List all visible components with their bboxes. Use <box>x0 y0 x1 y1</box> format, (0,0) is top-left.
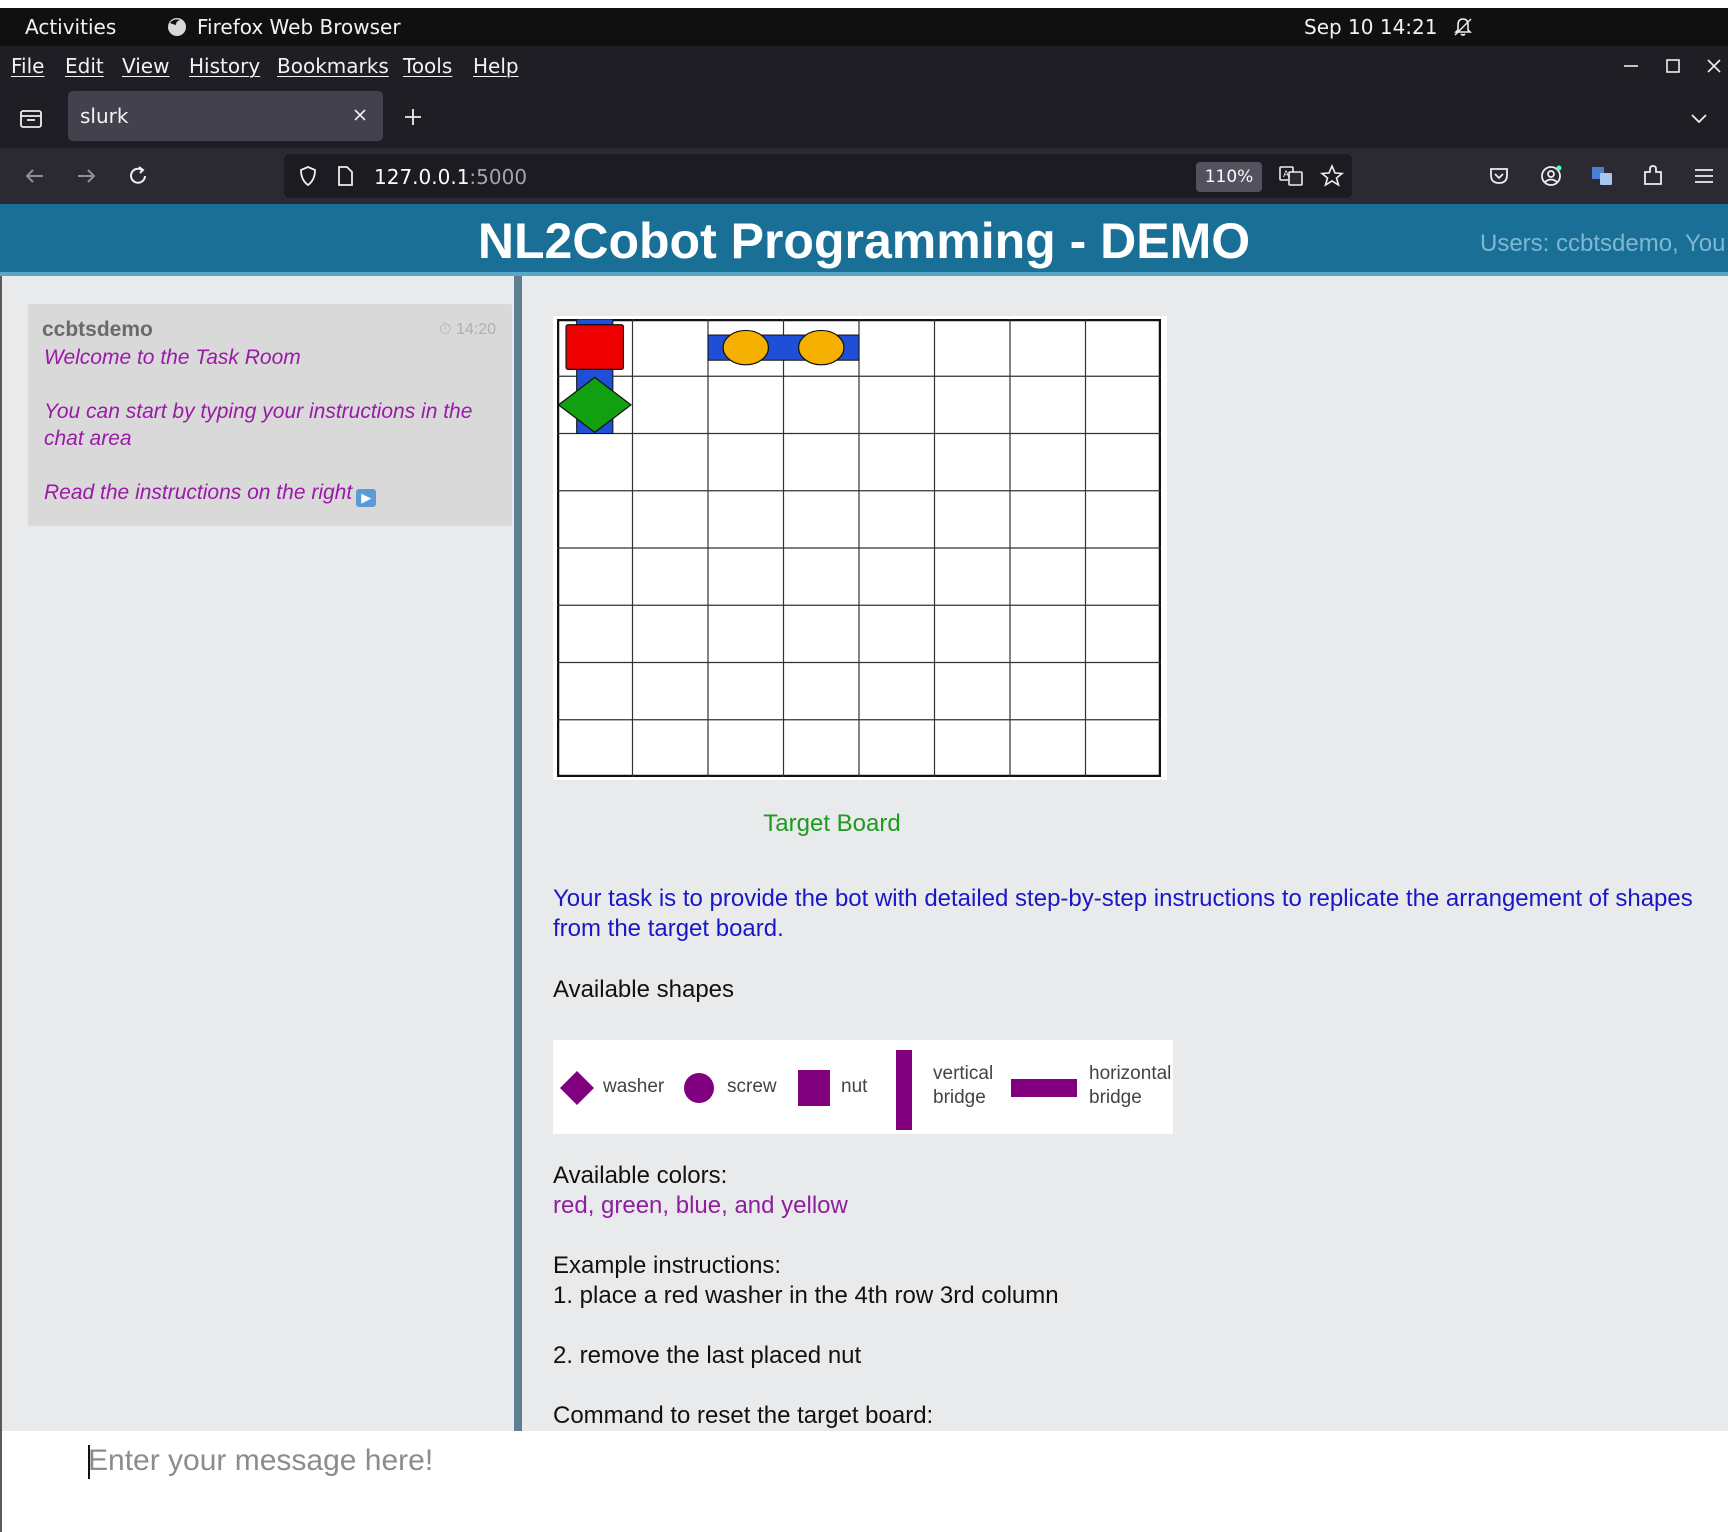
board-piece-yellow-screw <box>722 329 770 366</box>
chat-message-input[interactable] <box>88 1439 1588 1483</box>
chat-message: ccbtsdemo ⏱ 14:20 Welcome to the Task Ro… <box>28 304 512 526</box>
target-board-container <box>553 316 1167 780</box>
users-list: Users: ccbtsdemo, You <box>1480 230 1726 257</box>
menu-help[interactable]: Help <box>473 54 519 78</box>
menu-tools[interactable]: Tools <box>403 54 452 78</box>
right-arrow-icon: ▶ <box>356 489 377 507</box>
legend-washer-label: washer <box>603 1076 665 1097</box>
screen: Activities Firefox Web Browser Sep 10 14… <box>0 0 1728 1532</box>
translate-extension-icon[interactable] <box>1588 162 1616 190</box>
board-piece-yellow-screw <box>798 329 845 366</box>
url-port: :5000 <box>469 165 528 189</box>
washer-shape-icon <box>560 1071 594 1105</box>
pocket-icon[interactable] <box>1485 162 1513 190</box>
new-tab-icon[interactable] <box>401 105 425 129</box>
available-shapes-title: Available shapes <box>553 976 735 1003</box>
message-author: ccbtsdemo <box>42 318 153 341</box>
hamburger-menu-icon[interactable] <box>1690 162 1718 190</box>
maximize-icon[interactable] <box>1661 54 1685 78</box>
translate-icon[interactable]: A <box>1278 164 1304 188</box>
tab-bar: slurk <box>0 86 1728 148</box>
bell-icon[interactable] <box>1452 16 1474 38</box>
legend-vertical-bridge-label: vertical bridge <box>933 1063 994 1108</box>
firefox-icon <box>168 18 186 36</box>
nut-shape-icon <box>798 1070 830 1106</box>
address-bar[interactable]: 127.0.0.1:5000 110% A <box>284 154 1352 198</box>
page-info-icon[interactable] <box>334 164 356 188</box>
shapes-legend: washer screw nut vertical bridge horizon… <box>553 1040 1173 1134</box>
page-title: NL2Cobot Programming - DEMO <box>477 213 1251 269</box>
target-board-grid <box>557 319 1161 777</box>
navigation-toolbar: 127.0.0.1:5000 110% A <box>0 148 1728 204</box>
board-piece-red-nut <box>565 324 625 370</box>
svg-text:A: A <box>1283 170 1290 180</box>
tab-title: slurk <box>80 104 129 128</box>
chevron-down-icon[interactable] <box>1688 107 1710 129</box>
clock[interactable]: Sep 10 14:21 <box>1304 15 1438 39</box>
text-caret <box>88 1445 90 1479</box>
back-arrow-icon[interactable] <box>21 162 49 190</box>
url-host: 127.0.0.1 <box>374 165 470 189</box>
system-top-bar: Activities Firefox Web Browser Sep 10 14… <box>0 8 1728 46</box>
tab-slurk[interactable]: slurk <box>68 91 383 141</box>
horizontal-bridge-shape-icon <box>1011 1079 1077 1097</box>
chat-panel: ccbtsdemo ⏱ 14:20 Welcome to the Task Ro… <box>0 276 522 1431</box>
activities-button[interactable]: Activities <box>25 15 116 39</box>
example-instruction-1: 1. place a red washer in the 4th row 3rd… <box>553 1282 1059 1309</box>
example-instructions-title: Example instructions: <box>553 1252 782 1279</box>
example-instruction-2: 2. remove the last placed nut <box>553 1342 862 1369</box>
message-line-welcome: Welcome to the Task Room <box>44 346 301 369</box>
chat-input-area <box>0 1431 1728 1532</box>
message-line-read-text: Read the instructions on the right <box>44 481 353 504</box>
menu-file[interactable]: File <box>11 54 44 78</box>
bookmark-star-icon[interactable] <box>1319 163 1345 189</box>
legend-screw-label: screw <box>727 1076 777 1097</box>
reset-command-title: Command to reset the target board: <box>553 1402 934 1429</box>
menu-history[interactable]: History <box>189 54 260 78</box>
close-tab-icon[interactable] <box>351 106 369 124</box>
legend-horizontal-bridge-label: horizontal bridge <box>1089 1063 1172 1108</box>
legend-nut-label: nut <box>841 1076 868 1097</box>
reload-icon[interactable] <box>124 162 152 190</box>
task-description: Your task is to provide the bot with det… <box>553 885 1693 942</box>
extensions-puzzle-icon[interactable] <box>1639 162 1667 190</box>
url-text: 127.0.0.1:5000 <box>374 165 527 189</box>
message-line-read: Read the instructions on the right ▶ <box>44 479 504 507</box>
target-board-caption: Target Board <box>763 810 901 837</box>
message-line-start: You can start by typing your instruction… <box>44 400 473 450</box>
minimize-icon[interactable] <box>1619 54 1643 78</box>
forward-arrow-icon[interactable] <box>72 162 100 190</box>
message-timestamp: ⏱ 14:20 <box>439 321 496 338</box>
instructions-panel: Target Board Your task is to provide the… <box>522 276 1728 1431</box>
page-header: NL2Cobot Programming - DEMO Users: ccbts… <box>0 204 1728 276</box>
tracking-shield-icon[interactable] <box>296 164 320 188</box>
account-icon[interactable] <box>1537 162 1565 190</box>
menu-view[interactable]: View <box>122 54 169 78</box>
vertical-bridge-shape-icon <box>896 1050 912 1130</box>
app-menu-label[interactable]: Firefox Web Browser <box>197 15 401 39</box>
firefox-view-icon[interactable] <box>16 103 46 133</box>
zoom-level-badge[interactable]: 110% <box>1196 162 1262 192</box>
menu-bookmarks[interactable]: Bookmarks <box>277 54 389 78</box>
screw-shape-icon <box>684 1073 714 1103</box>
available-colors-list: red, green, blue, and yellow <box>553 1192 848 1219</box>
available-colors-title: Available colors: <box>553 1162 728 1189</box>
menu-edit[interactable]: Edit <box>65 54 104 78</box>
close-window-icon[interactable] <box>1702 54 1726 78</box>
menu-bar: File Edit View History Bookmarks Tools H… <box>0 46 1728 86</box>
